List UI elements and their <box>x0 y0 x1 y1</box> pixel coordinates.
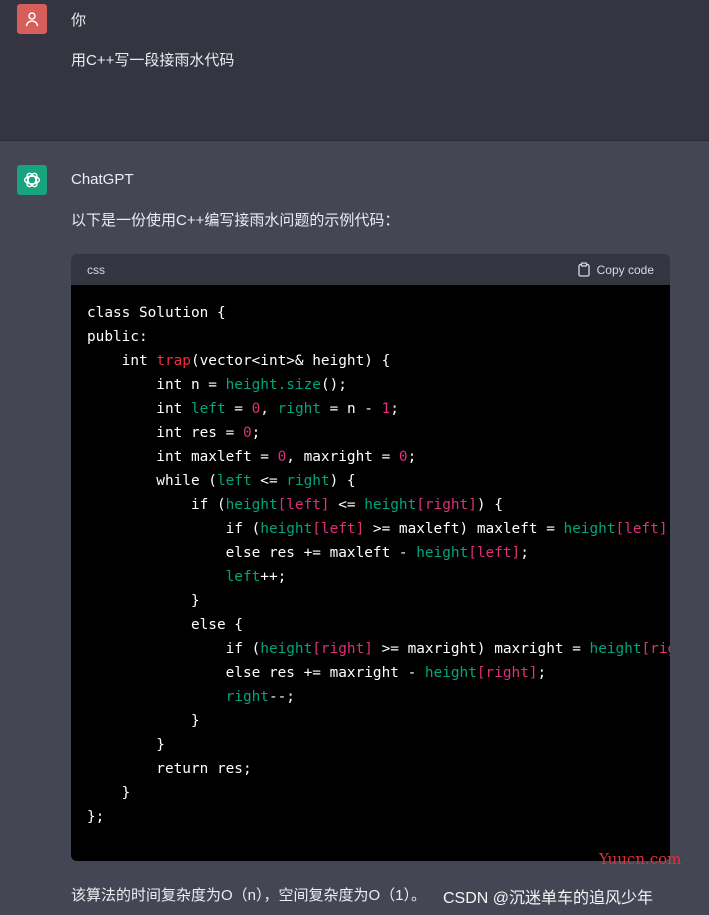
code-line: return res; <box>87 761 252 777</box>
assistant-intro-text: 以下是一份使用C++编写接雨水问题的示例代码： <box>71 212 400 229</box>
code-line: else res += maxleft - height[left]; <box>87 545 529 561</box>
code-line: if (height[right] >= maxright) maxright … <box>87 641 670 657</box>
user-message-text: 用C++写一段接雨水代码 <box>71 52 235 69</box>
code-line: class Solution { <box>87 305 226 321</box>
assistant-name: ChatGPT <box>71 171 134 188</box>
code-block-body: class Solution { public: int trap(vector… <box>71 285 670 861</box>
code-line: int n = height.size(); <box>87 377 347 393</box>
complexity-note: 该算法的时间复杂度为O（n），空间复杂度为O（1）。 <box>71 887 427 904</box>
user-avatar <box>17 4 47 34</box>
copy-code-button[interactable]: Copy code <box>577 262 654 277</box>
site-watermark: Yuucn.com <box>599 850 682 868</box>
code-line: int trap(vector<int>& height) { <box>87 353 391 369</box>
code-block-header: css Copy code <box>71 254 670 285</box>
gpt-avatar <box>17 165 47 195</box>
person-icon <box>25 12 39 27</box>
code-line: } <box>87 785 131 801</box>
clipboard-icon <box>577 262 590 277</box>
code-language-label: css <box>87 263 105 277</box>
user-name: 你 <box>71 12 87 29</box>
code-line: } <box>87 713 200 729</box>
assistant-message-block: ChatGPT 以下是一份使用C++编写接雨水问题的示例代码： css Copy… <box>0 141 709 915</box>
code-line: public: <box>87 329 148 345</box>
code-line: while (left <= right) { <box>87 473 356 489</box>
openai-logo-icon <box>23 172 41 188</box>
user-message-block: 你 用C++写一段接雨水代码 <box>0 0 709 141</box>
code-line: right--; <box>225 689 295 705</box>
code-line: else { <box>87 617 243 633</box>
code-line: if (height[left] <= height[right]) { <box>87 497 503 513</box>
code-content: class Solution { public: int trap(vector… <box>71 285 670 845</box>
csdn-watermark: CSDN @沉迷单车的追风少年 <box>443 890 654 907</box>
copy-code-label: Copy code <box>596 262 654 277</box>
code-line: int left = 0, right = n - 1; <box>87 401 399 417</box>
code-line: if (height[left] >= maxleft) maxleft = h… <box>87 521 670 537</box>
code-line: else res += maxright - height[right]; <box>87 665 547 681</box>
code-line: }; <box>87 809 105 825</box>
code-line: } <box>87 737 165 753</box>
code-line: int res = 0; <box>87 425 261 441</box>
code-line: } <box>87 593 200 609</box>
code-line: left++; <box>225 569 287 585</box>
code-line: int maxleft = 0, maxright = 0; <box>87 449 417 465</box>
